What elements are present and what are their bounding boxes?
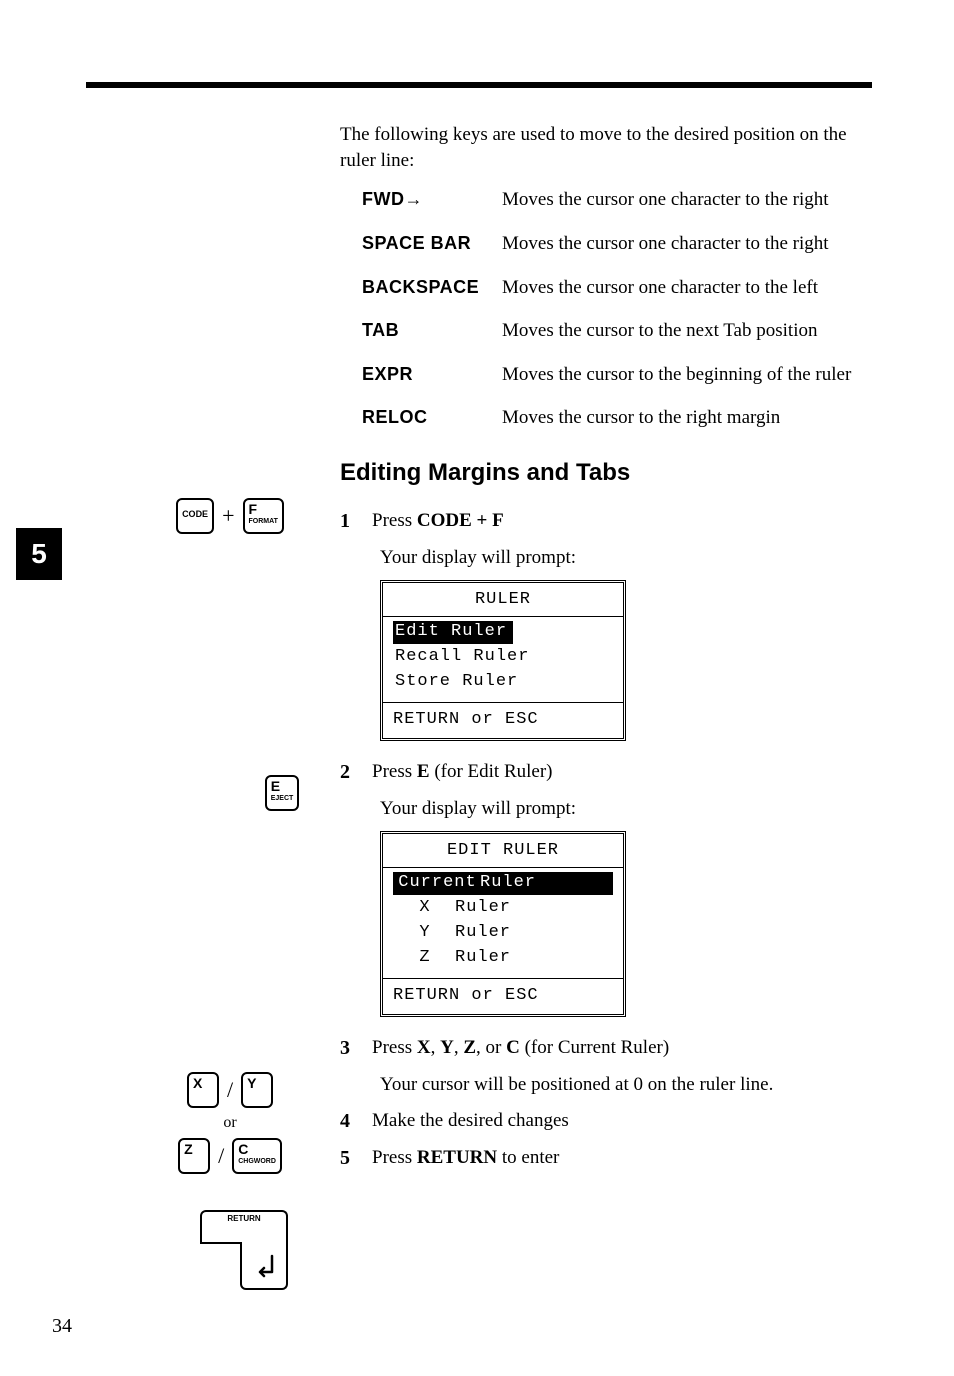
prompt-text: Your display will prompt:	[380, 545, 880, 571]
screen-option: YRuler	[393, 922, 613, 945]
key-desc: Moves the cursor to the beginning of the…	[502, 362, 880, 388]
keycap-z: Z	[178, 1138, 210, 1174]
table-row: BACKSPACEMoves the cursor one character …	[362, 275, 880, 301]
keycap-illustration-code-f: CODE + FFORMAT	[140, 498, 320, 534]
key-name: FWD→	[362, 187, 502, 213]
keycap-f: FFORMAT	[243, 498, 284, 534]
step-text: to enter	[497, 1147, 559, 1168]
or-text: or	[140, 1114, 320, 1132]
step-2: 2 Press E (for Edit Ruler)	[340, 759, 880, 786]
keycap-illustration-e: EEJECT	[242, 775, 322, 811]
table-row: SPACE BARMoves the cursor one character …	[362, 231, 880, 257]
key-desc: Moves the cursor to the right margin	[502, 405, 880, 431]
screen-option: Store Ruler	[393, 671, 613, 694]
keycap-e: EEJECT	[265, 775, 300, 811]
step-bold: E	[417, 761, 430, 782]
slash-symbol: /	[218, 1143, 224, 1169]
return-arrow-icon	[250, 1252, 280, 1282]
screen-footer: RETURN or ESC	[383, 979, 623, 1014]
table-row: TABMoves the cursor to the next Tab posi…	[362, 318, 880, 344]
key-desc: Moves the cursor one character to the ri…	[502, 187, 880, 213]
table-row: FWD→Moves the cursor one character to th…	[362, 187, 880, 213]
key-name: BACKSPACE	[362, 275, 502, 301]
step-4: 4 Make the desired changes	[340, 1108, 880, 1135]
step-text: Make the desired changes	[372, 1108, 880, 1135]
key-reference-table: FWD→Moves the cursor one character to th…	[362, 187, 880, 431]
step-bold: RETURN	[417, 1147, 497, 1168]
step-number: 5	[340, 1145, 358, 1172]
step-text: (for Current Ruler)	[520, 1037, 669, 1058]
key-name: RELOC	[362, 405, 502, 431]
keycap-return: RETURN	[200, 1210, 288, 1290]
plus-symbol: +	[222, 503, 234, 529]
key-desc: Moves the cursor to the next Tab positio…	[502, 318, 880, 344]
keycap-code: CODE	[176, 498, 214, 534]
step-text: Press	[372, 510, 417, 531]
section-heading: Editing Margins and Tabs	[340, 457, 880, 489]
key-desc: Moves the cursor one character to the le…	[502, 275, 880, 301]
step-bold: Y	[440, 1037, 454, 1058]
keycap-illustration-return: RETURN	[200, 1210, 320, 1290]
slash-symbol: /	[227, 1077, 233, 1103]
screen-title: RULER	[383, 583, 623, 616]
step-text: (for Edit Ruler)	[430, 761, 553, 782]
screen-selected-option: Edit Ruler	[393, 621, 513, 644]
step-1: 1 Press CODE + F	[340, 508, 880, 535]
screen-option: Recall Ruler	[393, 646, 613, 669]
keycap-illustration-xyzc: X / Y or Z / CCHGWORD	[140, 1072, 320, 1174]
step-bold: X	[417, 1037, 431, 1058]
key-name: SPACE BAR	[362, 231, 502, 257]
step-3: 3 Press X, Y, Z, or C (for Current Ruler…	[340, 1035, 880, 1062]
chapter-tab: 5	[16, 528, 62, 580]
screen-selected-option: CurrentRuler	[393, 872, 613, 895]
table-row: RELOCMoves the cursor to the right margi…	[362, 405, 880, 431]
keycap-y: Y	[241, 1072, 273, 1108]
step-text: Press	[372, 761, 417, 782]
screen-footer: RETURN or ESC	[383, 703, 623, 738]
screen-option: XRuler	[393, 897, 613, 920]
key-desc: Moves the cursor one character to the ri…	[502, 231, 880, 257]
step-number: 4	[340, 1108, 358, 1135]
screen-option: ZRuler	[393, 947, 613, 970]
screen-title: EDIT RULER	[383, 834, 623, 867]
prompt-text: Your display will prompt:	[380, 796, 880, 822]
keycap-c: CCHGWORD	[232, 1138, 282, 1174]
step-bold: CODE + F	[417, 510, 504, 531]
step-bold: Z	[463, 1037, 476, 1058]
step-number: 1	[340, 508, 358, 535]
key-name: TAB	[362, 318, 502, 344]
step-body-text: Your cursor will be positioned at 0 on t…	[380, 1072, 880, 1098]
keycap-x: X	[187, 1072, 219, 1108]
intro-text: The following keys are used to move to t…	[340, 122, 880, 173]
page-rule	[86, 82, 872, 88]
display-screen-ruler: RULER Edit Ruler Recall Ruler Store Rule…	[380, 580, 626, 741]
step-text: Press	[372, 1037, 417, 1058]
step-number: 2	[340, 759, 358, 786]
step-5: 5 Press RETURN to enter	[340, 1145, 880, 1172]
display-screen-edit-ruler: EDIT RULER CurrentRuler XRuler YRuler ZR…	[380, 831, 626, 1017]
key-name: EXPR	[362, 362, 502, 388]
table-row: EXPRMoves the cursor to the beginning of…	[362, 362, 880, 388]
page-number: 34	[52, 1315, 72, 1338]
step-bold: C	[506, 1037, 520, 1058]
step-number: 3	[340, 1035, 358, 1062]
step-text: Press	[372, 1147, 417, 1168]
